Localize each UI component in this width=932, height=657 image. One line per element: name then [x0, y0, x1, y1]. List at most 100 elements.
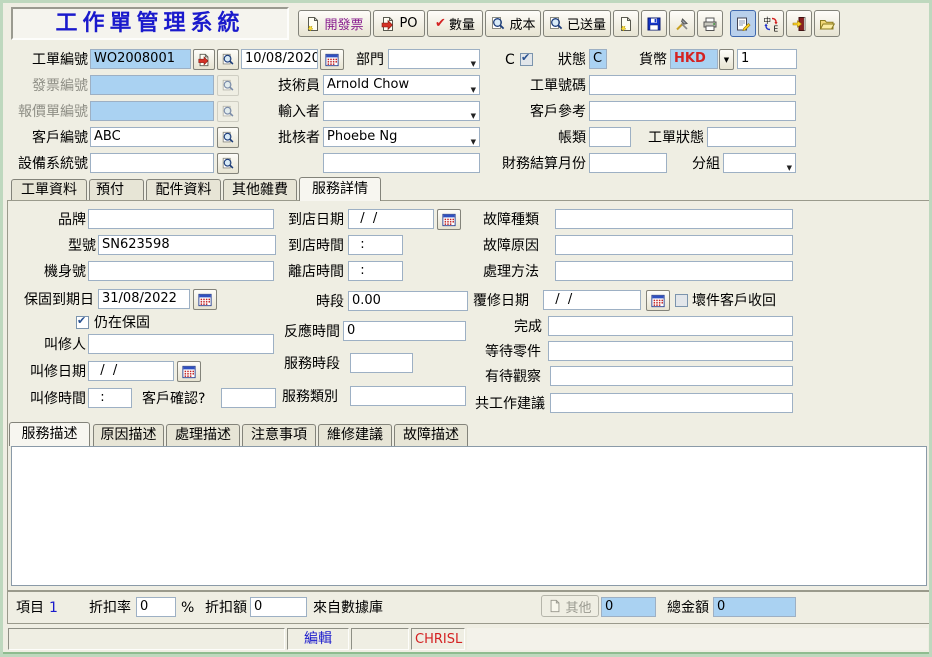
po-button[interactable]: PO	[373, 10, 425, 37]
tab-other-charges[interactable]: 其他雜費	[223, 179, 297, 201]
department-combo[interactable]	[388, 49, 480, 69]
observe-field[interactable]	[550, 366, 793, 386]
language-toggle-button[interactable]	[758, 10, 784, 37]
fault-cause-field[interactable]	[555, 235, 793, 255]
period-label: 時段	[316, 294, 344, 310]
work-order-lookup-button[interactable]	[217, 49, 239, 70]
group-combo[interactable]	[723, 153, 796, 173]
customer-field[interactable]: ABC	[90, 127, 214, 147]
caller-field[interactable]	[88, 334, 274, 354]
arrive-date-calendar-button[interactable]	[437, 209, 461, 230]
cost-button[interactable]: 成本	[485, 10, 541, 37]
in-warranty-label: 仍在保固	[94, 315, 150, 331]
subtab-handling-description[interactable]: 處理描述	[166, 424, 240, 446]
status-user: CHRISL	[411, 628, 465, 650]
approver-name-field[interactable]	[323, 153, 480, 173]
response-time-field[interactable]: 0	[343, 321, 466, 341]
edit-mode-button[interactable]	[730, 10, 756, 37]
c-checkbox[interactable]	[520, 51, 533, 66]
date-field[interactable]: 10/08/2020	[241, 49, 318, 69]
copy-button[interactable]	[193, 49, 215, 70]
customer-confirm-field[interactable]	[221, 388, 276, 408]
technician-combo[interactable]: Arnold Chow	[323, 75, 480, 95]
discount-amount-field[interactable]: 0	[250, 597, 307, 617]
arrive-time-field[interactable]: :	[348, 235, 403, 255]
new-document-icon	[618, 16, 634, 32]
date-calendar-button[interactable]	[320, 49, 344, 70]
tab-parts-info[interactable]: 配件資料	[146, 179, 221, 201]
period-field[interactable]: 0.00	[348, 291, 468, 311]
service-type-field[interactable]	[350, 386, 466, 406]
print-button[interactable]	[697, 10, 723, 37]
service-description-textarea[interactable]	[11, 446, 927, 586]
model-field[interactable]: SN623598	[98, 235, 276, 255]
new-record-button[interactable]	[613, 10, 639, 37]
fin-month-field[interactable]	[589, 153, 667, 173]
call-date-calendar-button[interactable]	[177, 361, 201, 382]
input-by-combo[interactable]	[323, 101, 480, 121]
equipment-field[interactable]	[90, 153, 214, 173]
approver-combo[interactable]: Phoebe Ng	[323, 127, 480, 147]
customer-lookup-button[interactable]	[217, 127, 239, 148]
work-order-field[interactable]: WO2008001	[90, 49, 191, 69]
subtab-service-description[interactable]: 服務描述	[9, 422, 90, 446]
service-type-label: 服務類別	[282, 389, 338, 405]
tab-service-details[interactable]: 服務詳情	[299, 177, 381, 201]
arrive-date-field[interactable]: / /	[348, 209, 434, 229]
subtab-repair-suggestion[interactable]: 維修建議	[318, 424, 392, 446]
wo-status-field[interactable]	[707, 127, 796, 147]
brand-field[interactable]	[88, 209, 274, 229]
subtab-cause-description[interactable]: 原因描述	[93, 424, 164, 446]
currency-dropdown-button[interactable]: ▼	[719, 49, 734, 70]
subtab-notes[interactable]: 注意事項	[242, 424, 316, 446]
delivered-qty-button[interactable]: 已送量	[543, 10, 611, 37]
quotation-lookup-button	[217, 101, 239, 122]
other-amount-field[interactable]: 0	[601, 597, 656, 617]
magnifier-icon	[490, 16, 506, 32]
complete-field[interactable]	[548, 316, 793, 336]
status-field[interactable]: C	[589, 49, 607, 69]
fault-type-field[interactable]	[555, 209, 793, 229]
method-field[interactable]	[555, 261, 793, 281]
exchange-rate-field[interactable]: 1	[737, 49, 797, 69]
call-time-field[interactable]: :	[88, 388, 132, 408]
tab-work-order-info[interactable]: 工單資料	[11, 179, 87, 201]
magnifier-icon	[548, 16, 564, 32]
percent-label: %	[181, 600, 195, 616]
equipment-lookup-button[interactable]	[217, 153, 239, 174]
open-folder-button[interactable]	[814, 10, 840, 37]
save-button[interactable]	[641, 10, 667, 37]
serial-field[interactable]	[88, 261, 274, 281]
call-date-field[interactable]: / /	[88, 361, 174, 381]
service-period-field[interactable]	[350, 353, 413, 373]
refix-date-field[interactable]: / /	[543, 290, 641, 310]
wait-parts-field[interactable]	[548, 341, 793, 361]
discount-rate-field[interactable]: 0	[136, 597, 176, 617]
translate-icon	[763, 16, 779, 32]
currency-field[interactable]: HKD	[670, 49, 718, 69]
quantity-button[interactable]: ✔ 數量	[427, 10, 483, 37]
refix-date-calendar-button[interactable]	[646, 290, 670, 311]
subtab-fault-description[interactable]: 故障描述	[394, 424, 468, 446]
wo-number-field[interactable]	[589, 75, 796, 95]
exit-button[interactable]	[786, 10, 812, 37]
call-date-label: 叫修日期	[30, 364, 86, 380]
in-warranty-checkbox[interactable]	[76, 314, 89, 329]
department-label: 部門	[356, 52, 384, 68]
tab-prepayment[interactable]: 預付	[89, 179, 144, 201]
fault-cause-label: 故障原因	[483, 238, 539, 254]
status-label: 狀態	[558, 52, 586, 68]
delete-tools-button[interactable]	[669, 10, 695, 37]
leave-time-field[interactable]: :	[348, 261, 403, 281]
warranty-calendar-button[interactable]	[193, 289, 217, 310]
work-suggestion-field[interactable]	[550, 393, 793, 413]
open-invoice-button[interactable]: 開發票	[298, 10, 371, 37]
account-type-field[interactable]	[589, 127, 631, 147]
warranty-expiry-field[interactable]: 31/08/2022	[98, 289, 190, 309]
return-to-customer-checkbox[interactable]	[675, 294, 688, 307]
status-panel-right	[467, 628, 928, 650]
customer-ref-field[interactable]	[589, 101, 796, 121]
input-by-label: 輸入者	[278, 104, 320, 120]
total-amount-field[interactable]: 0	[713, 597, 796, 617]
leave-time-label: 離店時間	[288, 264, 344, 280]
